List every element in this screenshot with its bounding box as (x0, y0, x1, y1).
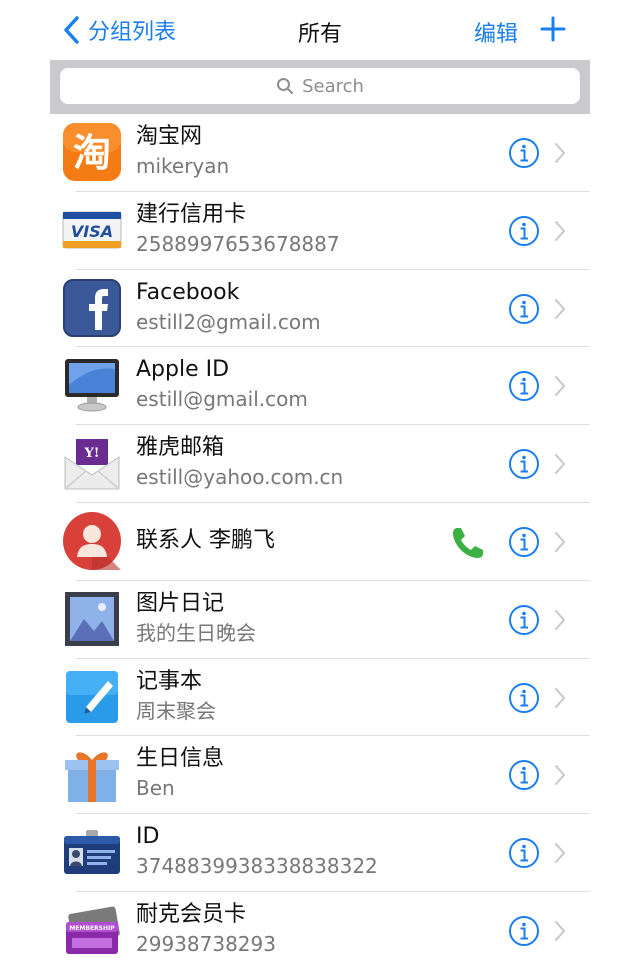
chevron-right-icon (555, 920, 565, 941)
monitor-icon (65, 359, 119, 412)
item-title: 淘宝网 (136, 124, 203, 149)
list-item[interactable]: 生日信息 Ben (50, 736, 590, 815)
item-subtitle: estill@gmail.com (136, 387, 308, 412)
item-title: 建行信用卡 (136, 201, 247, 227)
item-subtitle: 2588997653678887 (136, 231, 340, 256)
item-title: 生日信息 (136, 746, 225, 772)
list-item[interactable]: 图片日记 我的生日晚会 (50, 581, 590, 659)
edit-button[interactable]: 编辑 (474, 16, 518, 48)
picture-icon (65, 591, 119, 646)
chevron-right-icon (555, 143, 565, 163)
chevron-right-icon (555, 220, 565, 241)
item-subtitle: 周末聚会 (136, 698, 216, 723)
search-bar: Search (50, 60, 590, 114)
item-title: Apple ID (136, 357, 230, 383)
item-title: ID (136, 824, 160, 850)
item-title: 记事本 (136, 668, 203, 694)
chevron-right-icon (555, 531, 565, 552)
chevron-right-icon (555, 687, 565, 708)
info-icon[interactable] (508, 370, 540, 402)
item-list: 淘 淘宝网 mikeryan VISA 建行信用卡 25889976536788… (50, 114, 590, 970)
info-icon[interactable] (508, 604, 540, 636)
info-icon[interactable] (508, 915, 540, 947)
gift-icon (65, 752, 119, 803)
svg-text:MEMBERSHIP: MEMBERSHIP (69, 925, 115, 932)
item-subtitle: mikeryan (136, 154, 230, 178)
info-icon[interactable] (508, 682, 540, 714)
id-card-icon (64, 830, 120, 875)
item-subtitle: Ben (136, 776, 175, 801)
taobao-logo-icon: 淘 (63, 123, 121, 181)
facebook-logo-icon (63, 278, 121, 337)
svg-text:Y!: Y! (84, 446, 100, 461)
back-button[interactable]: 分组列表 (62, 12, 176, 48)
list-item[interactable]: ID 374883993833883832​2 (50, 814, 590, 892)
list-item[interactable]: 淘 淘宝网 mikeryan (50, 114, 590, 192)
item-title: 耐克会员卡 (136, 901, 247, 927)
list-item[interactable]: Y! 雅虎邮箱 estill@yahoo.com.cn (50, 425, 590, 503)
search-icon (277, 78, 294, 94)
search-placeholder: Search (302, 75, 364, 97)
item-subtitle: 我的生日晚会 (136, 620, 256, 645)
item-title: 雅虎邮箱 (136, 435, 225, 461)
chevron-right-icon (555, 454, 565, 475)
item-subtitle: 374883993833883832​2 (136, 854, 378, 879)
item-subtitle: 29938738293 (136, 931, 276, 956)
item-title: Facebook (136, 279, 240, 305)
info-icon[interactable] (508, 448, 540, 480)
visa-card-icon: VISA (62, 211, 122, 249)
contact-avatar-icon (63, 511, 121, 570)
info-icon[interactable] (508, 137, 540, 169)
chevron-left-icon (64, 16, 79, 44)
notepad-icon (66, 670, 118, 723)
list-item[interactable]: VISA 建行信用卡 2588997653678887 (50, 192, 590, 270)
membership-card-icon: MEMBERSHIP (66, 906, 120, 954)
svg-text:淘: 淘 (73, 131, 111, 175)
list-item[interactable]: Facebook estill2@gmail.com (50, 270, 590, 348)
search-input[interactable]: Search (60, 68, 580, 104)
item-title: 联系人 李鹏飞 (136, 527, 275, 553)
chevron-right-icon (555, 298, 565, 319)
list-item[interactable]: MEMBERSHIP 耐克会员卡 29938738293 (50, 892, 590, 970)
info-icon[interactable] (508, 759, 540, 791)
chevron-right-icon (555, 843, 565, 864)
back-button-label: 分组列表 (88, 20, 177, 45)
list-item[interactable]: 记事本 周末聚会 (50, 659, 590, 737)
chevron-right-icon (555, 376, 565, 397)
list-item[interactable]: Apple ID estill@gmail.com (50, 347, 590, 426)
info-icon[interactable] (508, 837, 540, 869)
item-subtitle: estill2@gmail.com (136, 309, 321, 334)
plus-icon[interactable] (540, 14, 566, 44)
info-icon[interactable] (508, 293, 540, 325)
yahoo-mail-icon: Y! (64, 439, 120, 490)
item-title: 图片日记 (136, 590, 225, 616)
list-item[interactable]: 联系人 李鹏飞 (50, 503, 590, 581)
phone-icon[interactable] (450, 525, 486, 561)
navigation-bar: 分组列表 所有 编辑 (0, 0, 640, 60)
info-icon[interactable] (508, 215, 540, 247)
svg-text:VISA: VISA (71, 222, 113, 241)
chevron-right-icon (555, 609, 565, 630)
info-icon[interactable] (508, 526, 540, 558)
item-subtitle: estill@yahoo.com.cn (136, 465, 344, 490)
chevron-right-icon (555, 765, 565, 786)
